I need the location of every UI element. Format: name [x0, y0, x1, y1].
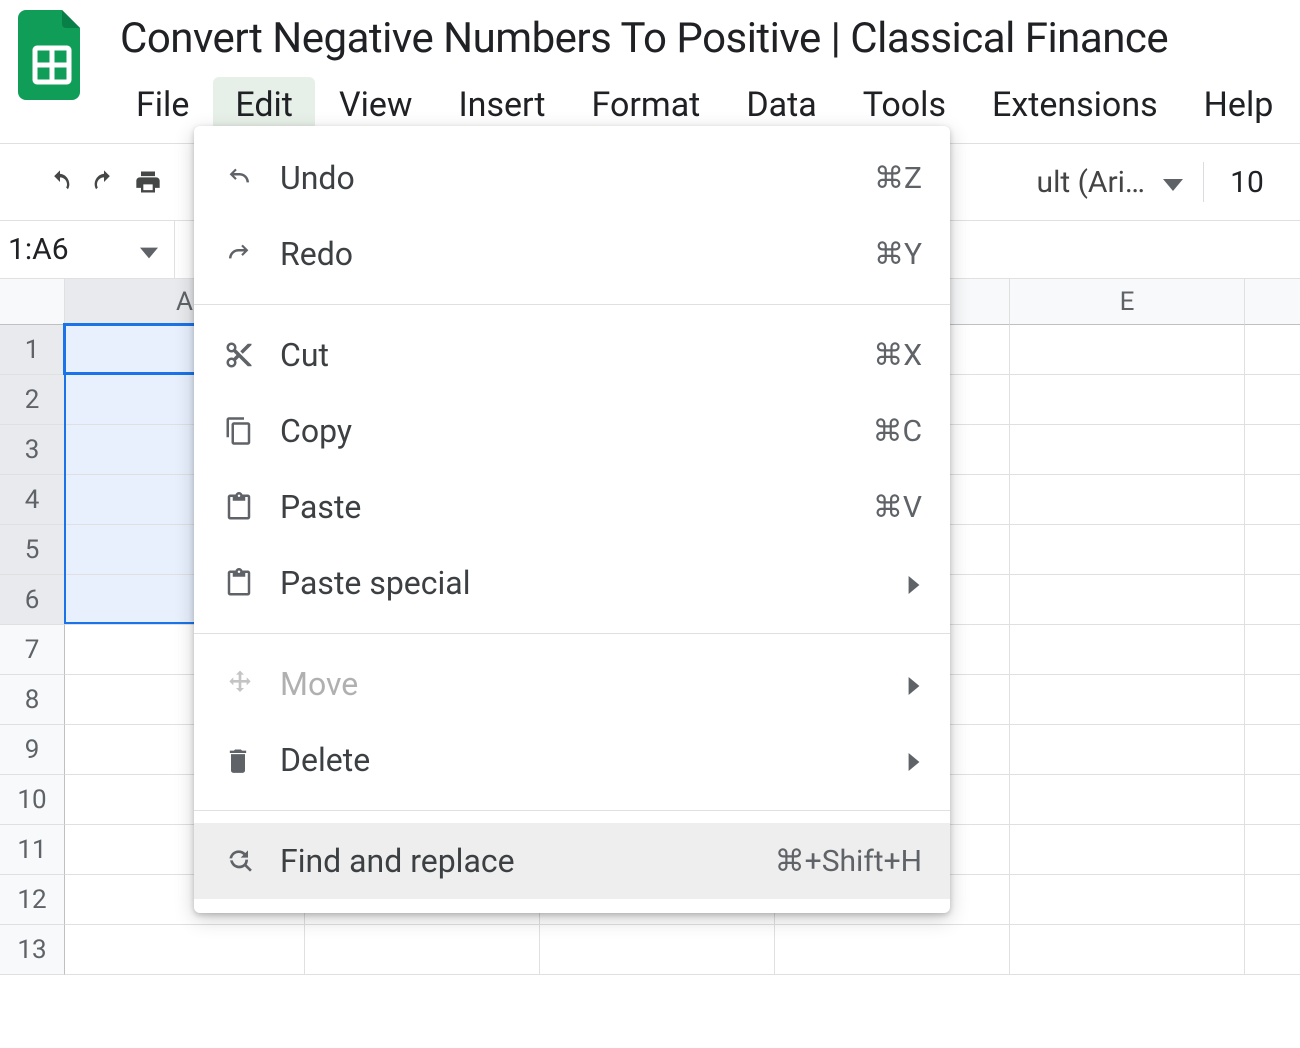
- row-header[interactable]: 1: [0, 325, 65, 375]
- menu-insert[interactable]: Insert: [436, 77, 567, 133]
- row-header[interactable]: 2: [0, 375, 65, 425]
- menu-item-undo[interactable]: Undo ⌘Z: [194, 140, 950, 216]
- paste-icon: [224, 568, 280, 598]
- redo-button[interactable]: [82, 168, 126, 196]
- redo-icon: [224, 239, 280, 269]
- menu-view[interactable]: View: [317, 77, 435, 133]
- menu-file[interactable]: File: [114, 77, 211, 133]
- menu-item-copy[interactable]: Copy ⌘C: [194, 393, 950, 469]
- menu-item-delete[interactable]: Delete: [194, 722, 950, 798]
- name-box[interactable]: 1:A6: [0, 221, 175, 278]
- row-header[interactable]: 12: [0, 875, 65, 925]
- menu-tools[interactable]: Tools: [841, 77, 968, 133]
- menu-item-find-replace[interactable]: Find and replace ⌘+Shift+H: [194, 823, 950, 899]
- row-header[interactable]: 11: [0, 825, 65, 875]
- copy-icon: [224, 416, 280, 446]
- menu-item-label: Paste: [280, 488, 873, 526]
- submenu-arrow-icon: [906, 665, 922, 703]
- row-header[interactable]: 10: [0, 775, 65, 825]
- menu-item-shortcut: ⌘Y: [874, 237, 922, 272]
- row-headers: 1 2 3 4 5 6 7 8 9 10 11 12 13: [0, 325, 65, 975]
- font-family-label: ult (Ari…: [1037, 165, 1145, 200]
- row-header[interactable]: 4: [0, 475, 65, 525]
- title-area: Convert Negative Numbers To Positive | C…: [114, 10, 1300, 143]
- menu-item-shortcut: ⌘Z: [874, 161, 922, 196]
- menu-item-shortcut: ⌘C: [872, 414, 922, 449]
- row-header[interactable]: 3: [0, 425, 65, 475]
- row-header[interactable]: 9: [0, 725, 65, 775]
- select-all-corner[interactable]: [0, 279, 65, 325]
- font-size-input[interactable]: 10: [1224, 165, 1270, 200]
- print-button[interactable]: [126, 168, 170, 196]
- name-box-value: 1:A6: [8, 232, 69, 267]
- menu-separator: [194, 810, 950, 811]
- menu-item-label: Paste special: [280, 564, 906, 602]
- menu-help[interactable]: Help: [1182, 77, 1296, 133]
- row-header[interactable]: 8: [0, 675, 65, 725]
- menu-item-label: Move: [280, 665, 906, 703]
- dropdown-arrow-icon: [1163, 165, 1183, 200]
- row-header[interactable]: 6: [0, 575, 65, 625]
- menu-item-paste[interactable]: Paste ⌘V: [194, 469, 950, 545]
- edit-menu-dropdown: Undo ⌘Z Redo ⌘Y Cut ⌘X Copy ⌘C Paste ⌘V: [194, 126, 950, 913]
- paste-icon: [224, 492, 280, 522]
- menu-separator: [194, 633, 950, 634]
- menu-item-cut[interactable]: Cut ⌘X: [194, 317, 950, 393]
- row-header[interactable]: 7: [0, 625, 65, 675]
- row-header[interactable]: 13: [0, 925, 65, 975]
- column-header-e[interactable]: E: [1010, 279, 1245, 325]
- menu-item-shortcut: ⌘V: [873, 490, 922, 525]
- header: Convert Negative Numbers To Positive | C…: [0, 0, 1300, 143]
- menu-format[interactable]: Format: [570, 77, 723, 133]
- menu-item-label: Cut: [280, 336, 873, 374]
- row-header[interactable]: 5: [0, 525, 65, 575]
- menu-data[interactable]: Data: [724, 77, 838, 133]
- menu-extensions[interactable]: Extensions: [970, 77, 1180, 133]
- delete-icon: [224, 745, 280, 775]
- menu-item-redo[interactable]: Redo ⌘Y: [194, 216, 950, 292]
- find-replace-icon: [224, 845, 280, 877]
- menu-item-paste-special[interactable]: Paste special: [194, 545, 950, 621]
- menu-item-label: Find and replace: [280, 842, 775, 880]
- sheets-logo[interactable]: [18, 10, 86, 100]
- menu-item-move: Move: [194, 646, 950, 722]
- undo-icon: [224, 163, 280, 193]
- menu-item-label: Delete: [280, 741, 906, 779]
- menu-separator: [194, 304, 950, 305]
- move-icon: [224, 668, 280, 700]
- menu-item-shortcut: ⌘X: [873, 338, 922, 373]
- font-family-picker[interactable]: ult (Ari…: [1037, 165, 1183, 200]
- menu-item-label: Undo: [280, 159, 874, 197]
- dropdown-arrow-icon: [140, 232, 158, 267]
- document-title[interactable]: Convert Negative Numbers To Positive | C…: [114, 10, 1300, 63]
- menu-edit[interactable]: Edit: [213, 77, 315, 133]
- menu-item-label: Redo: [280, 235, 874, 273]
- column-header[interactable]: [1245, 279, 1300, 325]
- undo-button[interactable]: [38, 168, 82, 196]
- menu-item-shortcut: ⌘+Shift+H: [775, 844, 922, 879]
- submenu-arrow-icon: [906, 741, 922, 779]
- cut-icon: [224, 340, 280, 370]
- submenu-arrow-icon: [906, 564, 922, 602]
- toolbar-divider: [1203, 162, 1204, 202]
- menu-item-label: Copy: [280, 412, 872, 450]
